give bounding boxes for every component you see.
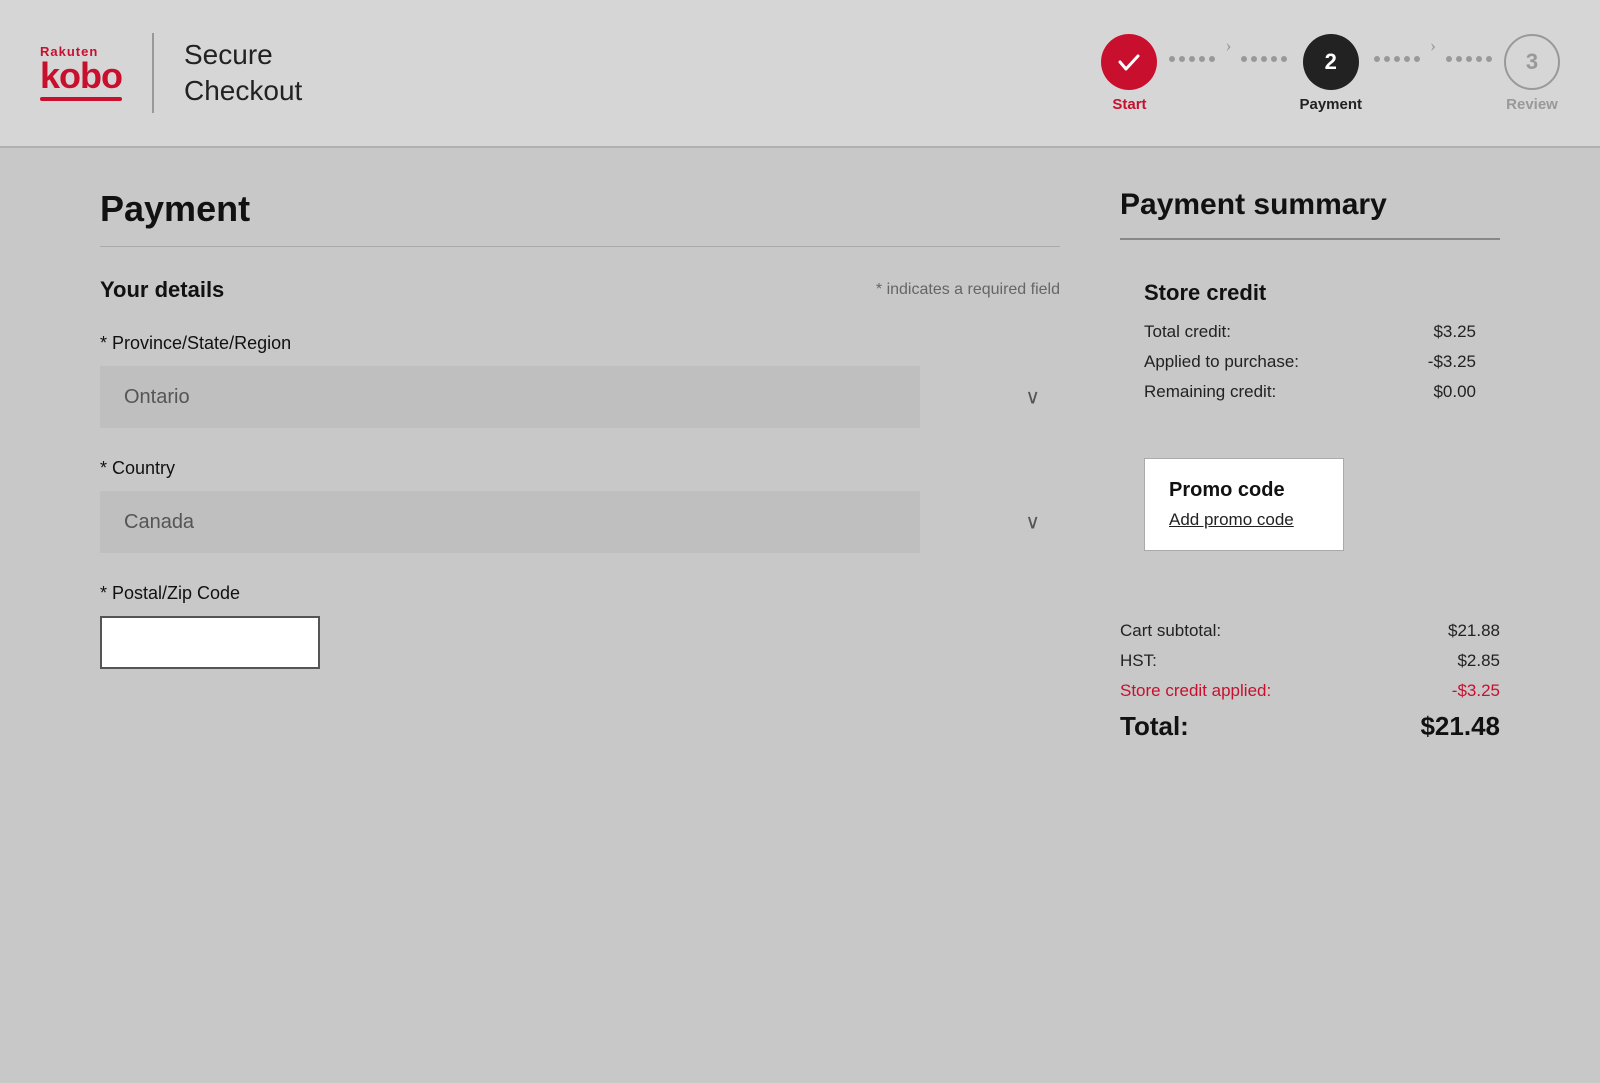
cart-subtotal-value: $21.88 <box>1448 621 1500 641</box>
step-payment-label: Payment <box>1299 96 1362 113</box>
checkout-steps: Start › 2 Payment <box>1101 34 1560 113</box>
payment-divider <box>100 246 1060 247</box>
site-header: Rakuten kobo Secure Checkout Start › <box>0 0 1600 148</box>
store-credit-box: Store credit Total credit: $3.25 Applied… <box>1120 260 1500 422</box>
store-credit-total-value: $3.25 <box>1433 322 1476 342</box>
step-review-label: Review <box>1506 96 1558 113</box>
promo-box: Promo code Add promo code <box>1144 458 1344 551</box>
hst-label: HST: <box>1120 651 1157 671</box>
store-credit-applied-total-label: Store credit applied: <box>1120 681 1271 701</box>
required-note: * indicates a required field <box>876 281 1060 299</box>
summary-title: Payment summary <box>1120 188 1500 222</box>
payment-summary: Payment summary Store credit Total credi… <box>1120 188 1500 762</box>
store-credit-applied-total-row: Store credit applied: -$3.25 <box>1120 681 1500 701</box>
store-credit-title: Store credit <box>1144 280 1476 306</box>
summary-divider <box>1120 238 1500 240</box>
logo-kobo: kobo <box>40 58 122 94</box>
country-select-wrapper[interactable]: Canada United States United Kingdom ∨ <box>100 491 1060 553</box>
province-select-wrapper[interactable]: Ontario British Columbia Alberta Quebec … <box>100 366 1060 428</box>
postal-label: * Postal/Zip Code <box>100 583 1060 604</box>
promo-container: Promo code Add promo code <box>1120 438 1500 591</box>
step-dots-2: › <box>1374 35 1492 112</box>
province-label: * Province/State/Region <box>100 333 1060 354</box>
step-start-circle <box>1101 34 1157 90</box>
grand-total-row: Total: $21.48 <box>1120 711 1500 742</box>
country-select[interactable]: Canada United States United Kingdom <box>100 491 920 553</box>
province-select[interactable]: Ontario British Columbia Alberta Quebec <box>100 366 920 428</box>
country-chevron-icon: ∨ <box>1025 510 1040 535</box>
postal-field-group: * Postal/Zip Code <box>100 583 1060 669</box>
step-start-label: Start <box>1112 96 1146 113</box>
store-credit-remaining-label: Remaining credit: <box>1144 382 1276 402</box>
step-payment: 2 Payment <box>1299 34 1362 113</box>
secure-checkout-title: Secure Checkout <box>184 37 302 110</box>
store-credit-remaining-row: Remaining credit: $0.00 <box>1144 382 1476 402</box>
grand-total-value: $21.48 <box>1420 711 1500 742</box>
province-chevron-icon: ∨ <box>1025 385 1040 410</box>
promo-title: Promo code <box>1169 479 1319 502</box>
main-content: Payment Your details * indicates a requi… <box>50 148 1550 802</box>
postal-input[interactable] <box>100 616 320 669</box>
store-credit-applied-total-value: -$3.25 <box>1452 681 1500 701</box>
payment-form: Payment Your details * indicates a requi… <box>100 188 1060 762</box>
header-divider <box>152 33 154 113</box>
store-credit-total-label: Total credit: <box>1144 322 1231 342</box>
totals-section: Cart subtotal: $21.88 HST: $2.85 Store c… <box>1120 611 1500 762</box>
cart-subtotal-label: Cart subtotal: <box>1120 621 1221 641</box>
hst-value: $2.85 <box>1457 651 1500 671</box>
store-credit-remaining-value: $0.00 <box>1433 382 1476 402</box>
country-label: * Country <box>100 458 1060 479</box>
store-credit-applied-row: Applied to purchase: -$3.25 <box>1144 352 1476 372</box>
add-promo-code-link[interactable]: Add promo code <box>1169 510 1294 529</box>
your-details-row: Your details * indicates a required fiel… <box>100 277 1060 303</box>
logo: Rakuten kobo <box>40 45 122 101</box>
country-field-group: * Country Canada United States United Ki… <box>100 458 1060 553</box>
hst-row: HST: $2.85 <box>1120 651 1500 671</box>
province-field-group: * Province/State/Region Ontario British … <box>100 333 1060 428</box>
grand-total-label: Total: <box>1120 711 1189 742</box>
store-credit-total-row: Total credit: $3.25 <box>1144 322 1476 342</box>
logo-area: Rakuten kobo <box>40 45 122 101</box>
step-review-circle: 3 <box>1504 34 1560 90</box>
logo-underline <box>40 97 122 101</box>
payment-title: Payment <box>100 188 1060 230</box>
step-review: 3 Review <box>1504 34 1560 113</box>
store-credit-applied-value: -$3.25 <box>1428 352 1476 372</box>
step-payment-circle: 2 <box>1303 34 1359 90</box>
store-credit-applied-label: Applied to purchase: <box>1144 352 1299 372</box>
your-details-label: Your details <box>100 277 224 303</box>
step-dots-1: › <box>1169 35 1287 112</box>
step-start: Start <box>1101 34 1157 113</box>
cart-subtotal-row: Cart subtotal: $21.88 <box>1120 621 1500 641</box>
